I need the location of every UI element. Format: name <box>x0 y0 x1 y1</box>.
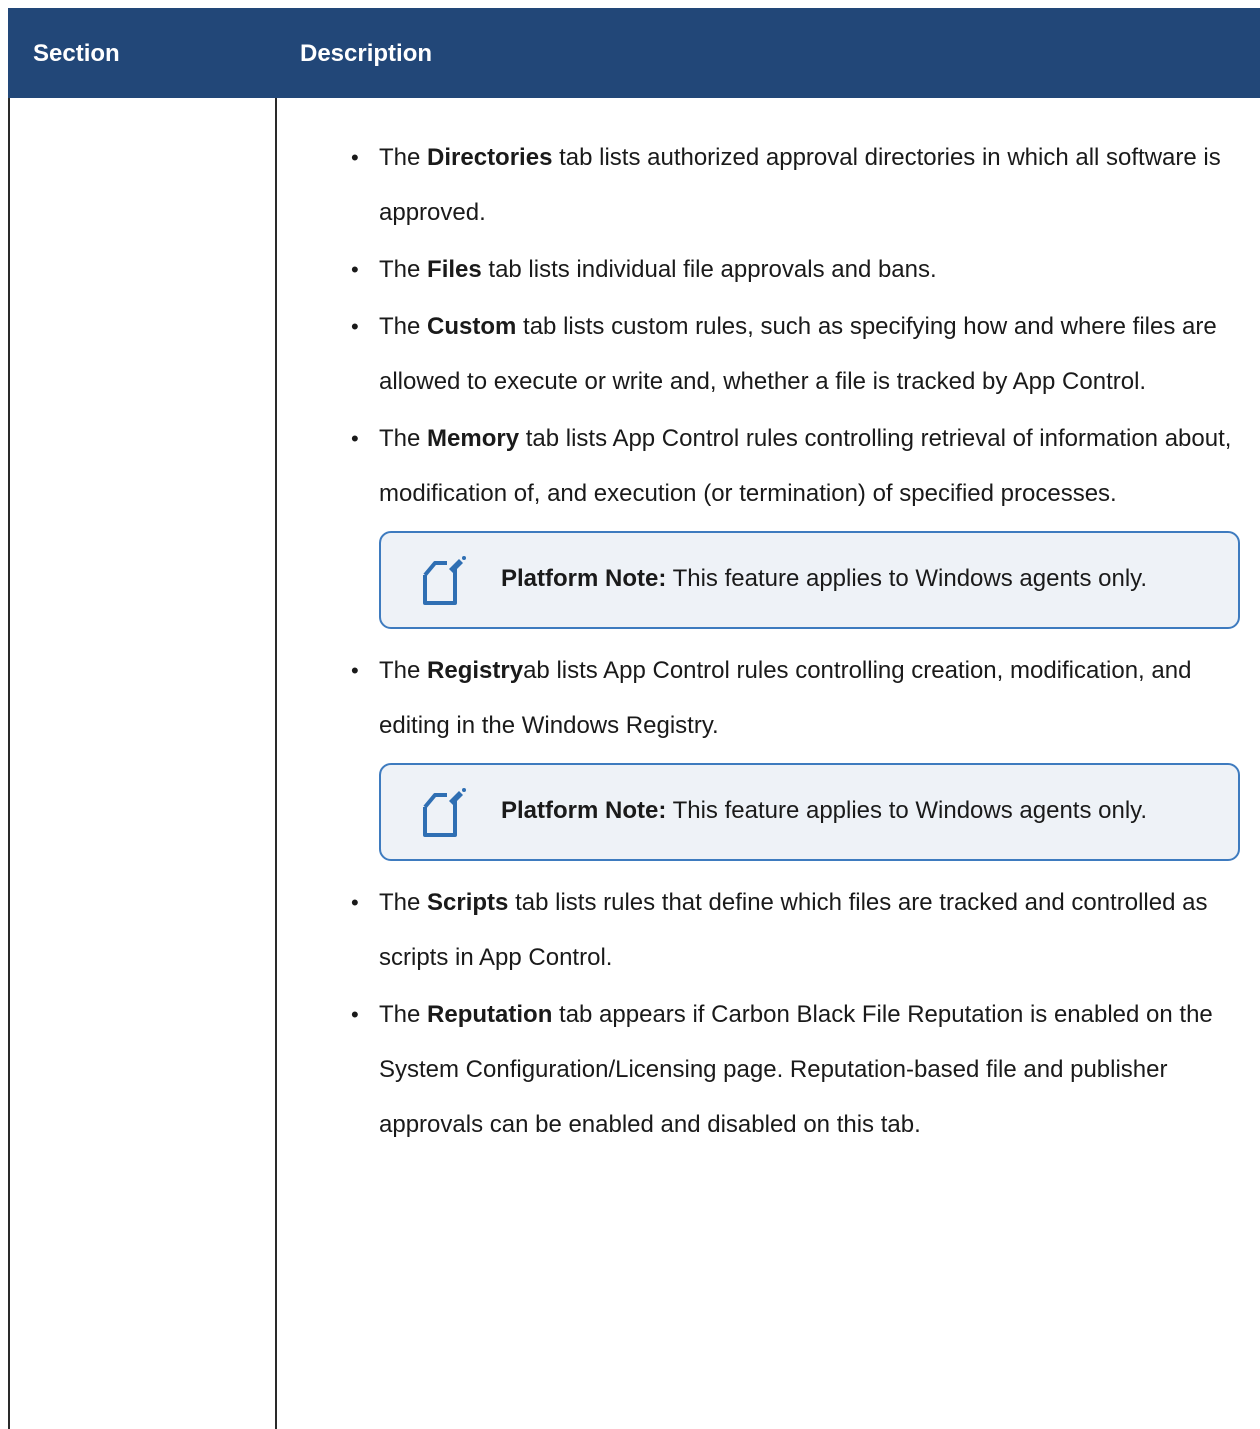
bullet-reputation: • The Reputation tab appears if Carbon B… <box>315 987 1245 1152</box>
bullet-scripts: • The Scripts tab lists rules that defin… <box>315 875 1245 985</box>
table-left-border <box>8 98 10 1429</box>
note-text: This feature applies to Windows agents o… <box>666 797 1148 824</box>
bullet-custom: • The Custom tab lists custom rules, suc… <box>315 299 1245 409</box>
note-label: Platform Note: <box>501 565 667 592</box>
header-description-label: Description <box>300 40 433 67</box>
platform-note-box: Platform Note: This feature applies to W… <box>379 531 1240 629</box>
bullet-dot-icon: • <box>351 426 359 451</box>
tab-name-custom: Custom <box>427 313 517 340</box>
tab-name-files: Files <box>427 256 482 283</box>
bullet-dot-icon: • <box>351 890 359 915</box>
note-label: Platform Note: <box>501 797 667 824</box>
document-page: Section Description • The Directories ta… <box>0 0 1260 1429</box>
bullet-directories: • The Directories tab lists authorized a… <box>315 130 1245 240</box>
tab-name-memory: Memory <box>427 425 520 452</box>
bullet-dot-icon: • <box>351 1002 359 1027</box>
table-column-divider <box>275 98 277 1429</box>
tabs-bullet-list: • The Directories tab lists authorized a… <box>315 130 1245 521</box>
tabs-bullet-list-2: • The Registryab lists App Control rules… <box>315 643 1245 753</box>
bullet-files: • The Files tab lists individual file ap… <box>315 242 1245 297</box>
tab-name-reputation: Reputation <box>427 1001 553 1028</box>
tabs-bullet-list-3: • The Scripts tab lists rules that defin… <box>315 875 1245 1152</box>
table-header-row: Section Description <box>8 8 1260 98</box>
tab-name-registry: Registry <box>427 657 524 684</box>
bullet-registry: • The Registryab lists App Control rules… <box>315 643 1245 753</box>
bullet-dot-icon: • <box>351 314 359 339</box>
bullet-dot-icon: • <box>351 145 359 170</box>
description-cell: • The Directories tab lists authorized a… <box>315 130 1245 1154</box>
note-text: This feature applies to Windows agents o… <box>666 565 1148 592</box>
bullet-memory: • The Memory tab lists App Control rules… <box>315 411 1245 521</box>
bullet-dot-icon: • <box>351 257 359 282</box>
note-edit-icon <box>423 788 466 837</box>
header-section-label: Section <box>33 40 120 67</box>
tab-name-directories: Directories <box>427 144 553 171</box>
tab-name-scripts: Scripts <box>427 889 509 916</box>
bullet-dot-icon: • <box>351 658 359 683</box>
platform-note-box: Platform Note: This feature applies to W… <box>379 763 1240 861</box>
note-edit-icon <box>423 556 466 605</box>
